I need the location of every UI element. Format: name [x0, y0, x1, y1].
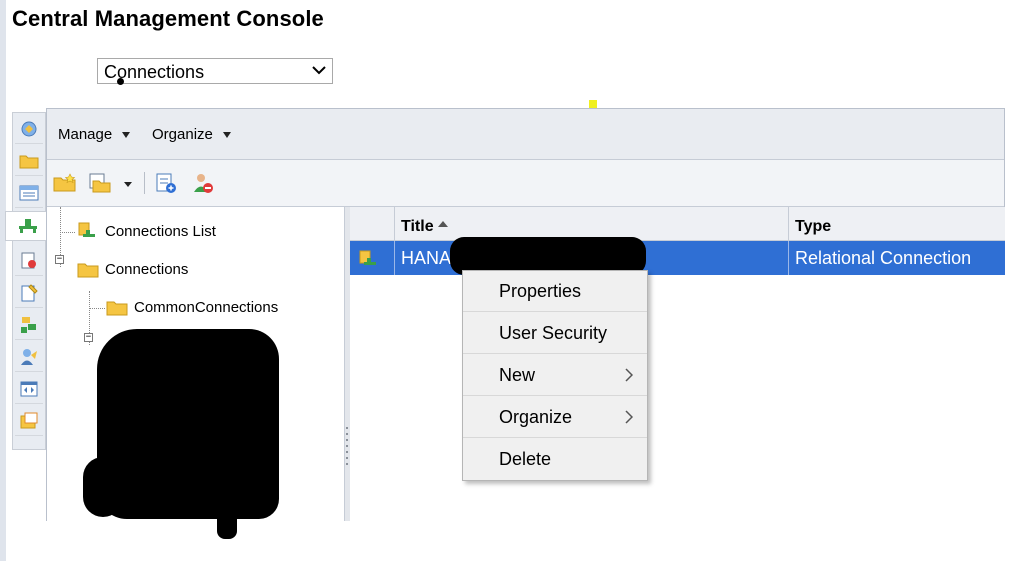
page-title: Central Management Console — [12, 6, 324, 31]
title-column-header[interactable]: Title — [395, 207, 789, 240]
tree-item-label: Connections — [105, 260, 189, 278]
users-icon[interactable] — [15, 343, 43, 372]
folder-icon — [106, 297, 128, 317]
connections-icon[interactable] — [5, 211, 50, 241]
servers-icon[interactable] — [15, 311, 43, 340]
icon-column-header[interactable] — [350, 207, 395, 240]
sort-ascending-icon — [437, 221, 448, 227]
list-icon[interactable] — [15, 179, 43, 208]
folder-tree: Connections List − Connections CommonCon… — [47, 207, 345, 539]
menu-item-label: New — [499, 365, 536, 385]
connections-list-icon — [77, 221, 99, 241]
tree-item-commonconnections[interactable]: CommonConnections — [106, 297, 278, 317]
menu-item-label: Organize — [499, 407, 573, 427]
splitter-grip — [346, 457, 348, 459]
tree-item-label: Connections List — [105, 222, 216, 240]
title-column-label: Title — [401, 218, 434, 235]
user-security-menu-item[interactable]: User Security — [463, 313, 647, 354]
tree-line — [60, 232, 75, 233]
context-menu: Properties User Security New Organize De… — [462, 270, 648, 481]
row-title: HANA — [401, 248, 452, 268]
tree-item-connections[interactable]: Connections — [77, 259, 188, 279]
splitter-grip — [346, 427, 348, 429]
organize-menu-item[interactable]: Organize — [463, 397, 647, 438]
new-folder-icon[interactable] — [53, 171, 77, 195]
splitter-grip — [346, 451, 348, 453]
splitter-grip — [346, 433, 348, 435]
copy-to-folder-icon[interactable] — [88, 171, 112, 195]
organize-menu[interactable]: Organize — [152, 126, 231, 143]
caret-down-icon — [122, 131, 131, 138]
folder-icon — [77, 259, 99, 279]
table-row[interactable]: HANA Relational Connection — [350, 241, 1005, 275]
connections-grid: Title Type HANA Relational Connection — [350, 207, 1005, 521]
menu-item-label: Properties — [499, 281, 582, 301]
collapse-toggle[interactable]: − — [55, 255, 64, 264]
chevron-down-icon — [312, 66, 326, 75]
toolbar — [47, 160, 1004, 207]
splitter-grip — [346, 463, 348, 465]
row-type: Relational Connection — [795, 248, 972, 268]
toolbar-separator — [144, 172, 145, 194]
splitter-grip — [346, 439, 348, 441]
redaction-scribble — [97, 329, 279, 519]
chevron-right-icon — [625, 368, 633, 382]
row-type-cell: Relational Connection — [789, 241, 1005, 275]
type-column-header[interactable]: Type — [789, 207, 1005, 240]
manage-menu-label: Manage — [58, 126, 113, 143]
tree-item-connections-list[interactable]: Connections List — [77, 221, 216, 241]
manage-menu[interactable]: Manage — [58, 126, 131, 143]
categories-icon[interactable] — [15, 407, 43, 436]
caret-down-icon — [222, 131, 231, 138]
chevron-right-icon — [625, 410, 633, 424]
properties-menu-item[interactable]: Properties — [463, 271, 647, 312]
remove-user-icon[interactable] — [191, 171, 215, 195]
tree-line — [89, 308, 105, 309]
organize-menu-label: Organize — [152, 126, 213, 143]
menu-item-label: Delete — [499, 449, 552, 469]
navigation-icon-rail — [5, 112, 50, 450]
settings-icon[interactable] — [15, 279, 43, 308]
details-icon[interactable] — [154, 171, 178, 195]
applications-icon[interactable] — [15, 375, 43, 404]
cms-icon[interactable] — [15, 115, 43, 144]
connection-icon — [350, 241, 395, 275]
splitter-grip — [346, 445, 348, 447]
grid-header: Title Type — [350, 207, 1005, 241]
documents-icon[interactable] — [15, 247, 43, 276]
new-menu-item[interactable]: New — [463, 355, 647, 396]
collapse-toggle[interactable]: − — [84, 333, 93, 342]
section-dropdown[interactable]: Connections — [97, 58, 333, 84]
redaction-scribble — [83, 457, 123, 517]
tree-item-label: CommonConnections — [134, 298, 279, 316]
menu-bar: Manage Organize — [47, 109, 1004, 160]
redaction-scribble — [217, 507, 237, 539]
mouse-cursor — [117, 78, 124, 85]
folders-icon[interactable] — [15, 147, 43, 176]
caret-down-icon[interactable] — [124, 182, 132, 187]
window-edge — [0, 0, 6, 561]
menu-item-label: User Security — [499, 323, 608, 343]
delete-menu-item[interactable]: Delete — [463, 439, 647, 480]
